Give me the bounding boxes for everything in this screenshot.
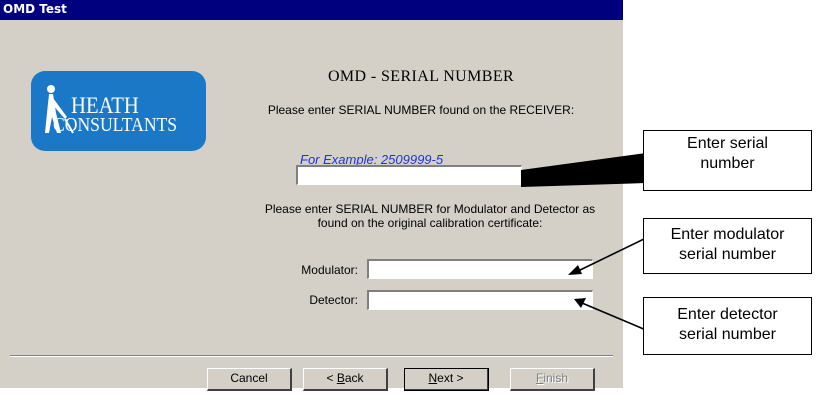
modulator-arrowhead xyxy=(568,265,582,275)
callout-modulator-line1: Enter modulator xyxy=(670,226,785,243)
detector-arrowhead xyxy=(574,298,586,308)
callout-enter-serial: Enter serial number xyxy=(643,130,812,191)
callout-detector-line1: Enter detector xyxy=(677,306,778,323)
callout-modulator-line2: serial number xyxy=(679,246,776,263)
callout-serial-line1: Enter serial xyxy=(687,135,768,152)
callout-serial-line2: number xyxy=(700,155,755,172)
modulator-callout-arrow xyxy=(575,237,647,273)
callout-enter-modulator: Enter modulator serial number xyxy=(643,218,812,274)
callout-detector-line2: serial number xyxy=(679,326,776,343)
callout-enter-detector: Enter detector serial number xyxy=(643,297,812,355)
detector-callout-arrow xyxy=(581,302,647,331)
serial-callout-pointer xyxy=(521,153,646,187)
